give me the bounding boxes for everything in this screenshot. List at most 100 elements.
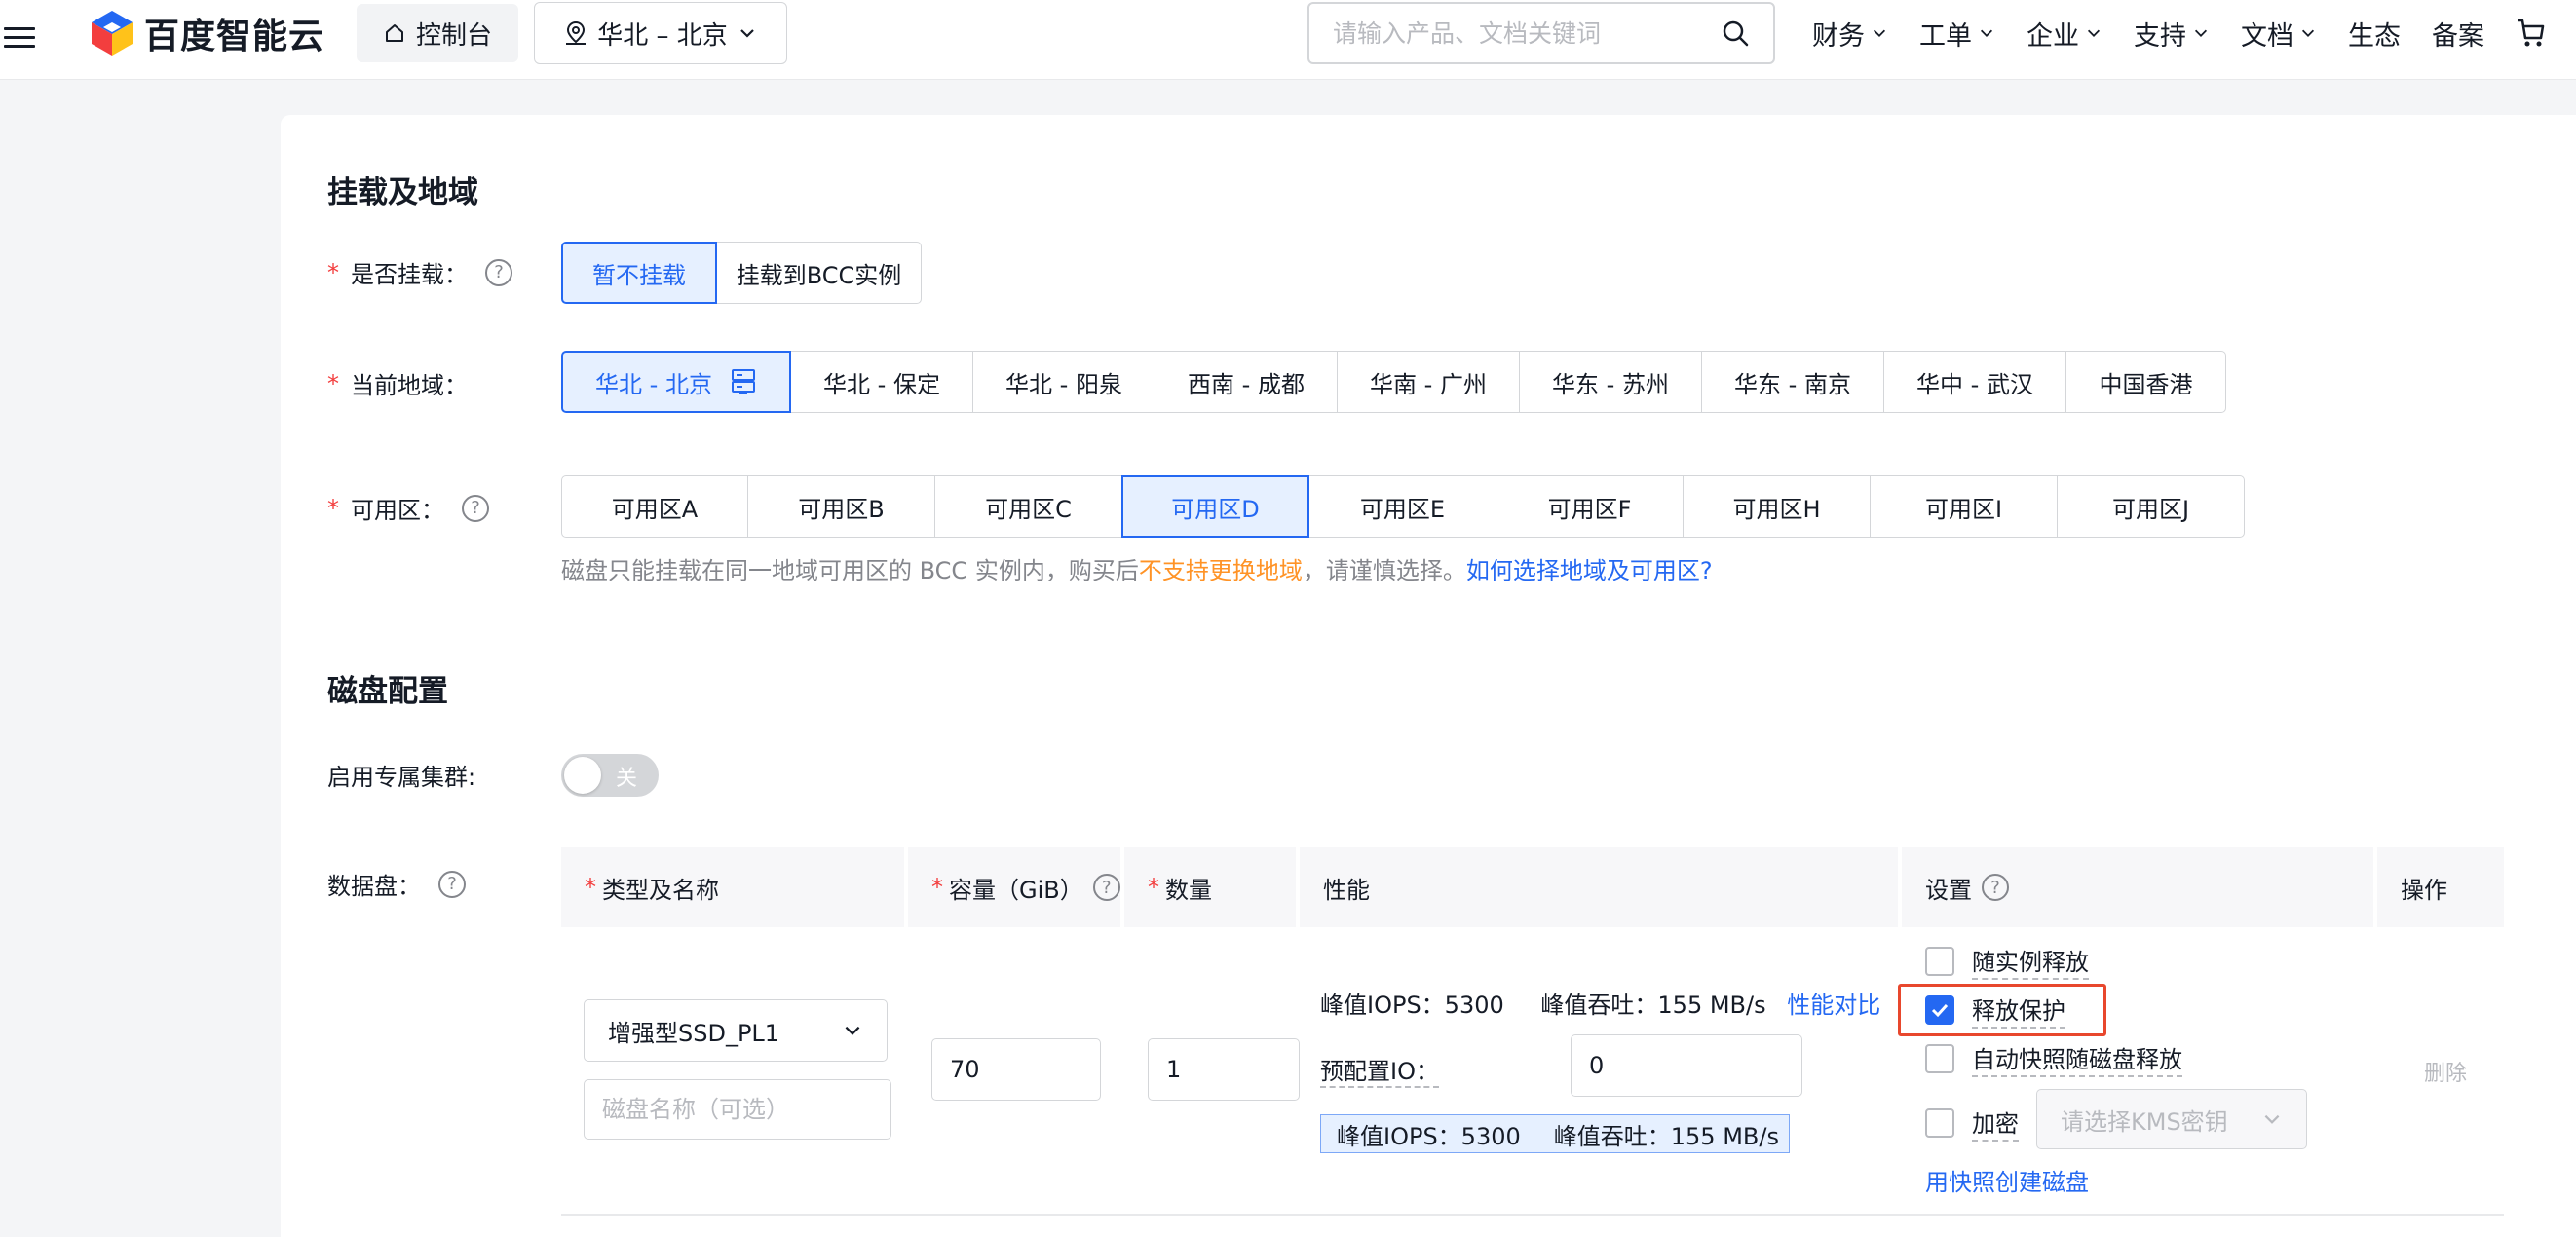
quantity-input[interactable] [1148, 1038, 1300, 1101]
zone-option-i[interactable]: 可用区I [1870, 475, 2058, 538]
nav-label: 备案 [2432, 20, 2484, 52]
zone-label-text: 可用区： [351, 497, 444, 524]
capacity-input[interactable] [931, 1038, 1101, 1101]
toggle-label: 关 [616, 767, 638, 791]
region-option-hongkong[interactable]: 中国香港 [2065, 351, 2226, 413]
nav-support[interactable]: 支持 [2134, 15, 2210, 53]
nav-finance[interactable]: 财务 [1812, 15, 1888, 53]
zone-label-row: * 可用区： ? [327, 491, 489, 525]
logo[interactable]: 百度智能云 [90, 8, 324, 58]
help-icon[interactable]: ? [1092, 874, 1120, 901]
mount-option-bcc[interactable]: 挂载到BCC实例 [716, 242, 922, 304]
search-icon[interactable] [1721, 19, 1750, 48]
region-option-suzhou[interactable]: 华东 - 苏州 [1519, 351, 1702, 413]
help-icon[interactable]: ? [438, 870, 466, 898]
checkbox-release-with-instance[interactable] [1925, 947, 1954, 976]
perf-compare-link[interactable]: 性能对比 [1787, 992, 1880, 1019]
required-mark: * [327, 494, 339, 522]
help-icon[interactable]: ? [1982, 874, 2009, 901]
zone-option-e[interactable]: 可用区E [1308, 475, 1496, 538]
nav-label: 财务 [1812, 20, 1865, 52]
hint-text: 磁盘只能挂载在同一地域可用区的 BCC 实例内，购买后 [561, 557, 1139, 584]
nav-label: 工单 [1919, 20, 1972, 52]
opt-release-with-instance: 随实例释放 [1925, 943, 2089, 980]
console-label: 控制台 [415, 20, 492, 51]
nav-label: 生态 [2348, 20, 2401, 52]
region-option-beijing[interactable]: 华北 - 北京 [561, 351, 791, 413]
zone-option-h[interactable]: 可用区H [1683, 475, 1871, 538]
menu-icon[interactable] [4, 21, 35, 56]
zone-hint: 磁盘只能挂载在同一地域可用区的 BCC 实例内，购买后不支持更换地域，请谨慎选择… [561, 551, 1713, 585]
section-title-disk: 磁盘配置 [327, 674, 448, 709]
zone-option-c[interactable]: 可用区C [934, 475, 1122, 538]
server-icon [731, 369, 755, 394]
opt-label: 自动快照随磁盘释放 [1972, 1040, 2182, 1077]
chevron-down-icon [2194, 29, 2208, 37]
provision-io-text: 预配置IO： [1320, 1058, 1439, 1088]
col-quantity-label: 数量 [1165, 876, 1212, 904]
chevron-down-icon [2087, 29, 2101, 37]
kms-placeholder: 请选择KMS密钥 [2061, 1107, 2228, 1136]
nav-docs[interactable]: 文档 [2241, 15, 2317, 53]
zone-option-d[interactable]: 可用区D [1121, 475, 1309, 538]
chevron-down-icon [1980, 29, 1993, 37]
dedicated-cluster-toggle[interactable]: 关 [561, 754, 659, 797]
col-type: * 类型及名称 [561, 847, 904, 927]
nav-ecosystem[interactable]: 生态 [2348, 15, 2401, 53]
nav-enterprise[interactable]: 企业 [2027, 15, 2102, 53]
checkbox-auto-snapshot[interactable] [1925, 1044, 1954, 1073]
nav-label: 文档 [2241, 20, 2293, 52]
region-option-baoding[interactable]: 华北 - 保定 [790, 351, 973, 413]
opt-encrypt: 加密 [1925, 1105, 2019, 1142]
zone-option-a[interactable]: 可用区A [561, 475, 748, 538]
disk-type-select[interactable]: 增强型SSD_PL1 [584, 999, 888, 1062]
chevron-down-icon [2301, 29, 2315, 37]
region-option-guangzhou[interactable]: 华南 - 广州 [1337, 351, 1520, 413]
zone-option-j[interactable]: 可用区J [2057, 475, 2245, 538]
perf-tag: 峰值IOPS：5300 峰值吞吐：155 MB/s [1320, 1114, 1790, 1153]
data-disk-label-text: 数据盘： [327, 873, 421, 900]
provision-io-input[interactable] [1571, 1034, 1802, 1097]
required-mark: * [327, 258, 339, 286]
col-performance-label: 性能 [1323, 876, 1370, 904]
region-selector[interactable]: 华北 – 北京 [534, 2, 787, 64]
release-protect-highlight [1898, 984, 2106, 1036]
search-input[interactable] [1333, 19, 1721, 48]
region-label: 华北 – 北京 [597, 20, 728, 51]
nav-filing[interactable]: 备案 [2432, 15, 2484, 53]
checkbox-encrypt[interactable] [1925, 1108, 1954, 1138]
mount-option-none[interactable]: 暂不挂载 [561, 242, 717, 304]
nav-ticket[interactable]: 工单 [1919, 15, 1995, 53]
help-icon[interactable]: ? [462, 494, 489, 522]
chevron-down-icon [1873, 29, 1886, 37]
tag-throughput: 峰值吞吐：155 MB/s [1553, 1122, 1779, 1150]
region-option-nanjing[interactable]: 华东 - 南京 [1701, 351, 1884, 413]
disk-name-input[interactable] [584, 1079, 891, 1140]
region-label-row: * 当前地域： [327, 366, 468, 400]
region-option-yangquan[interactable]: 华北 - 阳泉 [972, 351, 1155, 413]
create-from-snapshot-link[interactable]: 用快照创建磁盘 [1925, 1163, 2089, 1197]
region-option-wuhan[interactable]: 华中 - 武汉 [1883, 351, 2066, 413]
tag-iops: 峰值IOPS：5300 [1337, 1122, 1521, 1150]
home-icon [385, 24, 403, 42]
col-capacity-label: 容量（GiB） [949, 876, 1083, 904]
col-type-label: 类型及名称 [602, 876, 719, 904]
delete-row-button[interactable]: 删除 [2424, 1056, 2467, 1087]
zone-option-f[interactable]: 可用区F [1496, 475, 1684, 538]
console-button[interactable]: 控制台 [357, 4, 518, 62]
toggle-knob [564, 757, 601, 794]
required-mark: * [327, 369, 339, 397]
col-settings-label: 设置 [1925, 876, 1972, 904]
opt-auto-snapshot: 自动快照随磁盘释放 [1925, 1040, 2182, 1077]
region-help-link[interactable]: 如何选择地域及可用区? [1466, 557, 1713, 584]
row-divider [561, 1214, 2504, 1216]
col-performance: 性能 [1300, 847, 1898, 927]
col-action: 操作 [2377, 847, 2504, 927]
opt-label: 随实例释放 [1972, 943, 2089, 980]
help-icon[interactable]: ? [485, 258, 512, 286]
nav-label: 支持 [2134, 20, 2186, 52]
cart-icon[interactable] [2516, 17, 2545, 50]
kms-select[interactable]: 请选择KMS密钥 [2036, 1089, 2307, 1149]
region-option-chengdu[interactable]: 西南 - 成都 [1155, 351, 1338, 413]
zone-option-b[interactable]: 可用区B [747, 475, 935, 538]
